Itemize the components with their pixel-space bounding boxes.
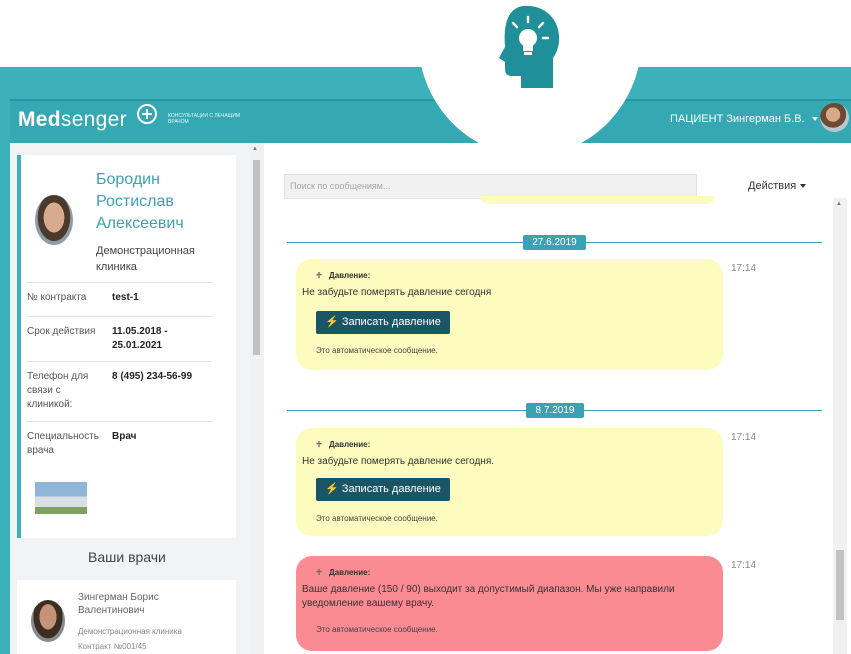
chevron-down-icon <box>800 184 807 189</box>
app-logo[interactable]: Medsenger <box>18 108 127 132</box>
lightning-icon: ⚡ <box>325 316 339 328</box>
message-title: ♱ Давление: <box>316 568 370 577</box>
chat-message: ♱ Давление: Не забудьте померять давление… <box>296 428 723 536</box>
date-badge: 27.6.2019 <box>523 235 586 250</box>
info-key: Телефон для связи с клиникой: <box>27 371 89 410</box>
record-pressure-button[interactable]: ⚡ Записать давление <box>316 478 450 501</box>
chevron-down-icon <box>811 117 818 122</box>
blood-pressure-icon: ♱ <box>316 440 323 449</box>
message-title-text: Давление: <box>329 271 371 280</box>
lightning-icon: ⚡ <box>325 483 339 495</box>
auto-message-note: Это автоматическое сообщение. <box>316 625 438 634</box>
info-key: № контракта <box>27 292 87 303</box>
button-label: Записать давление <box>341 483 441 495</box>
message-text: Ваше давление (150 / 90) выходит за допу… <box>302 584 675 609</box>
sidebar-scroll-thumb[interactable] <box>253 160 260 355</box>
your-doctors-heading: Ваши врачи <box>88 549 166 565</box>
actions-label: Действия <box>748 180 797 192</box>
auto-message-note: Это автоматическое сообщение. <box>316 346 438 355</box>
auto-message-note: Это автоматическое сообщение. <box>316 514 438 523</box>
blood-pressure-icon: ♱ <box>316 271 323 280</box>
info-value: 11.05.2018 - 25.01.2021 <box>112 326 168 351</box>
record-pressure-button[interactable]: ⚡ Записать давление <box>316 311 450 334</box>
app-tagline: КОНСУЛЬТАЦИИ С ЛЕЧАЩИМ ВРАЧОМ <box>168 113 241 125</box>
user-avatar[interactable] <box>820 103 849 132</box>
info-value: test-1 <box>112 292 139 303</box>
doctor-avatar <box>31 600 65 642</box>
info-key: Специальность врача <box>27 431 99 456</box>
previous-message-tail <box>480 196 715 204</box>
user-menu-label: ПАЦИЕНТ Зингерман Б.В. <box>670 113 805 125</box>
message-title-text: Давление: <box>329 568 371 577</box>
lightbulb-head-icon <box>499 5 560 89</box>
clinic-photo[interactable] <box>35 482 87 514</box>
message-text: Не забудьте померять давление сегодня <box>302 287 492 298</box>
button-label: Записать давление <box>341 316 441 328</box>
doctor-clinic: Демонстрационная клиника <box>96 245 195 273</box>
user-menu[interactable]: ПАЦИЕНТ Зингерман Б.В. <box>670 113 818 125</box>
actions-dropdown[interactable]: Действия <box>748 180 807 192</box>
message-time: 17:14 <box>731 263 757 274</box>
info-row-validity: Срок действия 11.05.2018 - 25.01.2021 <box>27 316 212 361</box>
info-row-phone: Телефон для связи с клиникой: 8 (495) 23… <box>27 361 212 421</box>
doctor-name: Бородин Ростислав Алексеевич <box>96 171 184 232</box>
chat-message-alert: ♱ Давление: Ваше давление (150 / 90) выхо… <box>296 556 723 651</box>
date-badge: 8.7.2019 <box>526 403 584 418</box>
message-time: 17:14 <box>731 560 757 571</box>
message-title-text: Давление: <box>329 440 371 449</box>
blood-pressure-icon: ♱ <box>316 568 323 577</box>
doctor-list-name: Зингерман Борис Валентинович <box>78 592 159 616</box>
info-row-specialty: Специальность врача Врач <box>27 421 212 466</box>
chat-message: ♱ Давление: Не забудьте померять давление… <box>296 259 723 370</box>
info-row-contract: № контракта test-1 <box>27 282 212 316</box>
scroll-up-icon[interactable]: ▲ <box>836 201 842 207</box>
message-time: 17:14 <box>731 432 757 443</box>
logo-plus-icon <box>137 104 157 124</box>
doctor-photo <box>35 195 73 245</box>
message-text: Не забудьте померять давление сегодня. <box>302 456 495 467</box>
message-title: ♱ Давление: <box>316 271 370 280</box>
info-value: 8 (495) 234-56-99 <box>112 371 193 382</box>
doctor-list-clinic: Демонстрационная клиника <box>78 627 182 636</box>
header-divider <box>10 99 851 101</box>
info-value: Врач <box>112 431 137 442</box>
doctor-list-contract: Контракт №001/45 <box>78 642 147 651</box>
chat-scroll-thumb[interactable] <box>836 550 844 620</box>
app-window: Medsenger КОНСУЛЬТАЦИИ С ЛЕЧАЩИМ ВРАЧОМ … <box>0 0 851 654</box>
left-frame-strip <box>0 67 10 654</box>
message-title: ♱ Давление: <box>316 440 370 449</box>
info-key: Срок действия <box>27 326 96 337</box>
scroll-up-icon[interactable]: ▲ <box>252 146 258 152</box>
